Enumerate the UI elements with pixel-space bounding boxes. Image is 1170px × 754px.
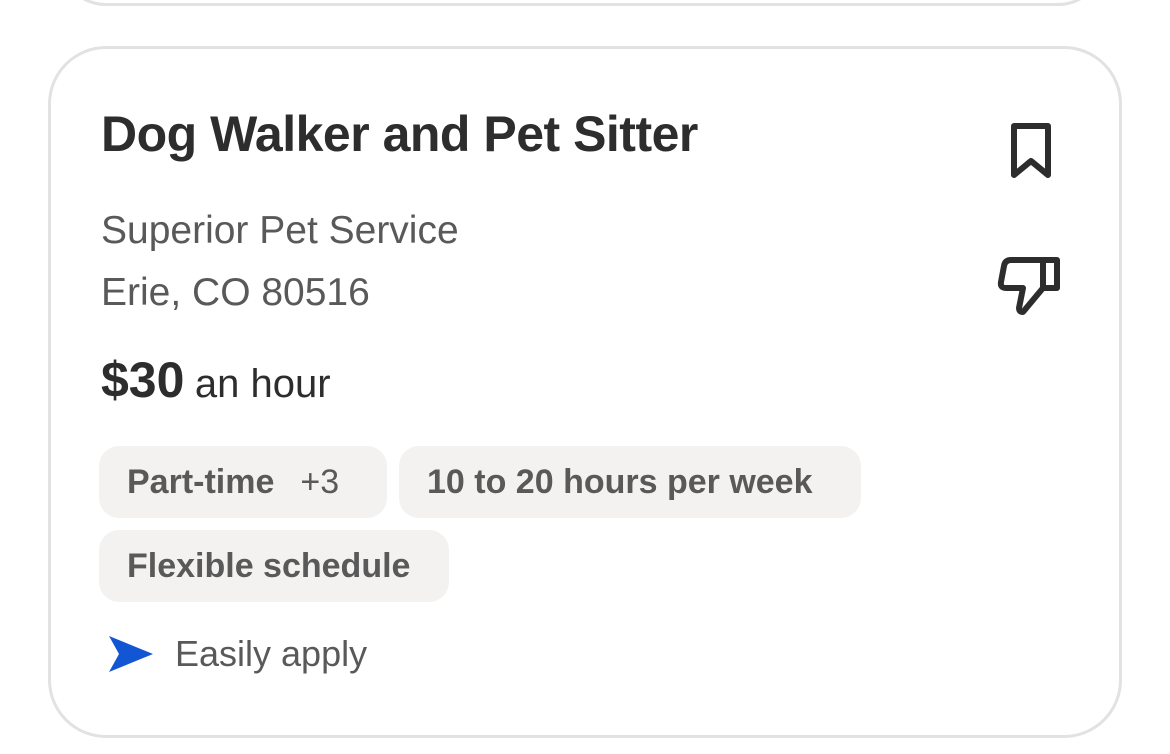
job-card[interactable]: Dog Walker and Pet Sitter Superior Pet S… [48,46,1122,738]
tag-job-type[interactable]: Part-time +3 [99,446,387,518]
previous-job-card[interactable] [58,0,1106,6]
tag-label: Flexible schedule [127,546,411,585]
tag-schedule[interactable]: Flexible schedule [99,530,449,602]
job-title[interactable]: Dog Walker and Pet Sitter [101,105,698,163]
send-arrow-icon [109,636,153,672]
job-location: Erie, CO 80516 [101,271,370,314]
salary-period: an hour [194,362,331,406]
company-name[interactable]: Superior Pet Service [101,209,459,253]
tag-label: Part-time [127,462,275,501]
salary-amount: $30 [101,352,185,408]
tag-hours[interactable]: 10 to 20 hours per week [399,446,861,518]
tag-label: 10 to 20 hours per week [427,462,813,501]
tag-more-count: +3 [300,462,340,501]
easily-apply-indicator: Easily apply [107,633,367,675]
easily-apply-label: Easily apply [175,633,368,674]
bookmark-icon [1011,123,1051,178]
job-results-page: Dog Walker and Pet Sitter Superior Pet S… [0,0,1170,754]
not-interested-button[interactable] [987,241,1075,329]
save-job-button[interactable] [991,111,1071,191]
salary: $30 an hour [101,351,331,409]
thumbs-down-icon [997,257,1060,315]
